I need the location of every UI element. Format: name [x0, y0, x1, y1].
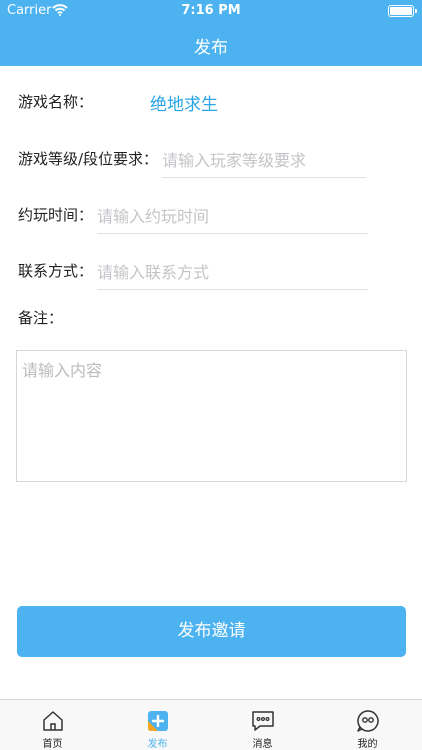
contact-input[interactable]: 请输入联系方式 — [97, 259, 368, 290]
submit-invite-button[interactable]: 发布邀请 — [17, 606, 406, 657]
rank-placeholder: 请输入玩家等级要求 — [162, 151, 307, 170]
status-time: 7:16 PM — [181, 3, 241, 18]
tab-bar: 首页 发布 消息 我的 — [0, 699, 422, 750]
remark-label: 备注： — [18, 309, 64, 327]
tab-profile-label: 我的 — [357, 739, 378, 750]
nav-bar: 发布 — [0, 22, 422, 66]
game-name-value[interactable]: 绝地求生 — [150, 90, 218, 115]
status-bar: Carrier 7:16 PM — [0, 0, 422, 22]
contact-label: 联系方式： — [18, 262, 94, 280]
battery-icon — [388, 5, 417, 17]
tab-messages-label: 消息 — [252, 739, 273, 750]
message-icon — [251, 711, 274, 731]
time-placeholder: 请输入约玩时间 — [97, 207, 210, 226]
remark-textarea[interactable]: 请输入内容 — [16, 350, 407, 482]
time-label: 约玩时间： — [18, 206, 94, 224]
tab-home-label: 首页 — [42, 739, 63, 750]
time-input[interactable]: 请输入约玩时间 — [97, 203, 368, 234]
tab-publish-label: 发布 — [147, 739, 168, 750]
contact-placeholder: 请输入联系方式 — [97, 263, 210, 282]
publish-plus-icon — [147, 711, 168, 731]
tab-publish[interactable]: 发布 — [105, 700, 210, 750]
page-title: 发布 — [194, 38, 228, 58]
tab-home[interactable]: 首页 — [0, 700, 105, 750]
home-icon — [42, 711, 63, 731]
game-name-label: 游戏名称： — [18, 93, 94, 111]
rank-input[interactable]: 请输入玩家等级要求 — [162, 147, 366, 178]
tab-messages[interactable]: 消息 — [210, 700, 315, 750]
remark-placeholder: 请输入内容 — [22, 361, 103, 380]
tab-profile[interactable]: 我的 — [315, 700, 420, 750]
rank-label: 游戏等级/段位要求： — [18, 150, 159, 168]
profile-face-icon — [356, 710, 379, 732]
